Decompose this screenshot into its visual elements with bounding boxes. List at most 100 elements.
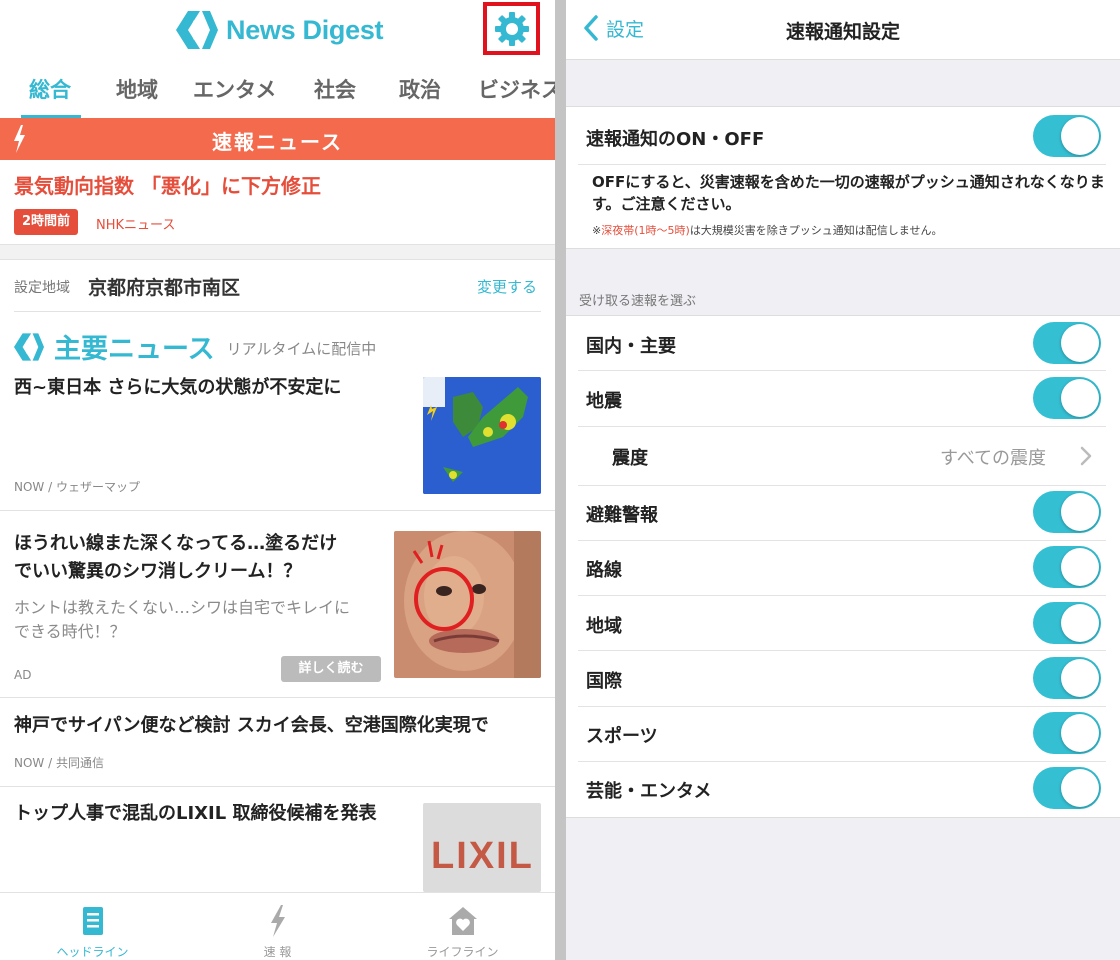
divider: [578, 164, 1106, 165]
toggle-knob: [1061, 548, 1099, 586]
night-note: ※深夜帯(1時〜5時)は大規模災害を除きプッシュ通知は配信しません。: [592, 222, 942, 238]
nav-lifeline-label: ライフライン: [426, 945, 499, 959]
news-digest-logo-icon: [176, 11, 218, 49]
lixil-thumbnail[interactable]: LIXIL: [423, 803, 541, 892]
region-value: 京都府京都市南区: [88, 277, 241, 299]
divider: [578, 706, 1106, 707]
toggle-international[interactable]: [1033, 657, 1101, 699]
divider: [0, 697, 555, 698]
toggle-knob: [1061, 493, 1099, 531]
divider: [578, 370, 1106, 371]
master-note: OFFにすると、災害速報を含めた一切の速報がプッシュ通知されなくなります。ご注意…: [592, 173, 1105, 213]
divider: [578, 426, 1106, 427]
notification-types-card: 国内・主要 地震 震度 すべての震度 避難警報 路線 地域 国際 スポーツ 芸能…: [566, 315, 1120, 818]
breaking-source: NHKニュース: [96, 218, 176, 233]
time-badge: 2時間前: [14, 209, 79, 235]
toggle-sports[interactable]: [1033, 712, 1101, 754]
weather-map-image: [423, 377, 541, 494]
intensity-value[interactable]: すべての震度: [940, 444, 1046, 470]
tab-politics[interactable]: 政治: [399, 74, 441, 104]
toggle-knob: [1061, 659, 1099, 697]
tab-region[interactable]: 地域: [116, 74, 158, 104]
settings-header: 設定 速報通知設定: [566, 0, 1120, 60]
lixil-logo-text: LIXIL: [431, 835, 534, 877]
divider: [578, 595, 1106, 596]
ad-title-line1[interactable]: ほうれい線また深くなってる…塗るだけ: [14, 530, 337, 558]
item-label-sports: スポーツ: [586, 726, 658, 747]
divider: [578, 485, 1106, 486]
toggle-knob: [1061, 379, 1099, 417]
article-title[interactable]: 神戸でサイパン便など検討 スカイ会長、空港国際化実現で: [14, 712, 489, 740]
app-logo: News Digest: [176, 10, 384, 50]
nav-lifeline[interactable]: ライフライン: [370, 893, 555, 960]
master-toggle-label: 速報通知のON・OFF: [586, 129, 765, 150]
toggle-earthquake[interactable]: [1033, 377, 1101, 419]
ad-description-line1: ホントは教えたくない…シワは自宅でキレイに: [14, 598, 351, 617]
app-name: News Digest: [226, 14, 384, 45]
tab-business[interactable]: ビジネス: [478, 74, 555, 104]
gear-icon: [494, 11, 529, 46]
item-label-region: 地域: [586, 616, 622, 637]
settings-button[interactable]: [483, 2, 540, 55]
toggle-knob: [1061, 324, 1099, 362]
divider: [578, 650, 1106, 651]
article-title[interactable]: 西~東日本 さらに大気の状態が不安定に: [14, 374, 341, 402]
toggle-knob: [1061, 117, 1099, 155]
category-tabs: 総合 地域 エンタメ 社会 政治 ビジネス: [0, 66, 555, 118]
ad-description-line2: できる時代！？: [14, 622, 126, 641]
ad-label: AD: [14, 668, 32, 682]
lightning-icon: [270, 905, 285, 937]
item-label-intensity: 震度: [612, 448, 648, 469]
main-news-subtitle: リアルタイムに配信中: [226, 340, 377, 358]
page-title: 速報通知設定: [785, 21, 900, 43]
nav-headline[interactable]: ヘッドライン: [0, 893, 185, 960]
item-label-transit: 路線: [586, 560, 622, 581]
breaking-headline[interactable]: 景気動向指数 「悪化」に下方修正: [14, 170, 321, 199]
nav-breaking[interactable]: 速 報: [185, 893, 370, 960]
app-header: News Digest: [0, 0, 555, 62]
night-note-prefix: ※: [592, 224, 602, 237]
tab-general[interactable]: 総合: [29, 74, 71, 104]
face-photo-image: [394, 531, 541, 678]
item-label-earthquake: 地震: [586, 391, 622, 412]
master-toggle[interactable]: [1033, 115, 1101, 157]
divider: [14, 311, 541, 312]
divider: [0, 786, 555, 787]
toggle-region[interactable]: [1033, 602, 1101, 644]
toggle-knob: [1061, 769, 1099, 807]
article-title[interactable]: トップ人事で混乱のLIXIL 取締役候補を発表: [14, 800, 376, 828]
toggle-transit[interactable]: [1033, 546, 1101, 588]
change-region-link[interactable]: 変更する: [477, 276, 537, 297]
item-label-international: 国際: [586, 671, 622, 692]
toggle-entertainment[interactable]: [1033, 767, 1101, 809]
toggle-domestic[interactable]: [1033, 322, 1101, 364]
section-separator: [0, 244, 555, 260]
bottom-navigation: ヘッドライン 速 報 ライフライン: [0, 892, 555, 960]
ad-face-thumbnail[interactable]: [394, 531, 541, 678]
toggle-knob: [1061, 714, 1099, 752]
main-news-title: 主要ニュース: [54, 334, 215, 365]
document-icon: [82, 907, 103, 935]
tab-entertainment[interactable]: エンタメ: [193, 74, 276, 104]
weather-map-thumbnail[interactable]: [423, 377, 541, 494]
toggle-evacuation[interactable]: [1033, 491, 1101, 533]
chevron-right-icon[interactable]: [1080, 446, 1092, 466]
item-label-domestic: 国内・主要: [586, 336, 676, 357]
night-note-highlight: 深夜帯(1時〜5時): [601, 224, 690, 237]
breaking-news-bar[interactable]: 速報ニュース: [0, 118, 555, 160]
night-note-rest: は大規模災害を除きプッシュ通知は配信しません。: [689, 224, 943, 237]
item-label-entertainment: 芸能・エンタメ: [586, 781, 712, 802]
ad-title-line2[interactable]: でいい驚異のシワ消しクリーム！？: [14, 558, 301, 586]
news-headline-screen: News Digest 総合 地域 エンタメ 社会 政治 ビジネス 速報ニュース…: [0, 0, 555, 960]
toggle-knob: [1061, 604, 1099, 642]
main-news-header: 主要ニュース リアルタイムに配信中: [14, 327, 376, 366]
read-more-button[interactable]: 詳しく読む: [281, 656, 381, 682]
section-label: 受け取る速報を選ぶ: [579, 294, 697, 309]
house-heart-icon: [448, 907, 477, 935]
tab-society[interactable]: 社会: [314, 74, 356, 104]
divider: [0, 510, 555, 511]
screen-divider: [555, 0, 566, 960]
nav-breaking-label: 速 報: [263, 945, 292, 959]
article-meta: NOW / ウェザーマップ: [14, 480, 140, 494]
divider: [578, 761, 1106, 762]
